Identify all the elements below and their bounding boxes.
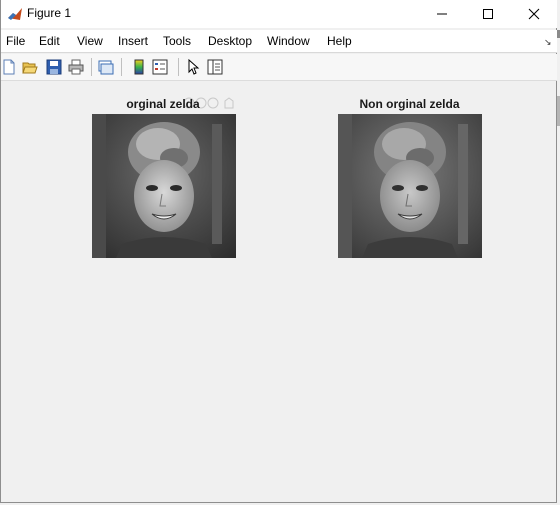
minimize-button[interactable] <box>419 0 465 28</box>
new-figure-icon[interactable] <box>1 59 17 75</box>
open-file-icon[interactable] <box>22 59 38 75</box>
figure-window: Figure 1 File Edit View Insert Tools Des… <box>0 0 557 503</box>
toolbar-separator <box>121 58 122 76</box>
menu-edit[interactable]: Edit <box>39 34 60 48</box>
zelda-original-image[interactable] <box>92 114 236 258</box>
dock-arrow-icon[interactable]: ↘ <box>544 37 552 48</box>
menu-view[interactable]: View <box>77 34 103 48</box>
toolbar-separator <box>91 58 92 76</box>
close-icon <box>528 8 540 20</box>
menu-window[interactable]: Window <box>267 34 310 48</box>
legend-icon[interactable] <box>152 59 168 75</box>
menu-insert[interactable]: Insert <box>118 34 148 48</box>
toolbar-separator <box>178 58 179 76</box>
menu-bar: File Edit View Insert Tools Desktop Wind… <box>1 30 557 53</box>
menu-desktop[interactable]: Desktop <box>208 34 252 48</box>
minimize-icon <box>437 13 447 15</box>
maximize-button[interactable] <box>465 0 511 28</box>
link-plot-icon[interactable] <box>98 59 114 75</box>
matlab-app-icon <box>8 8 22 20</box>
print-icon[interactable] <box>68 59 84 75</box>
window-title: Figure 1 <box>27 6 72 20</box>
title-bar[interactable]: Figure 1 <box>1 0 557 28</box>
pointer-icon[interactable] <box>186 59 202 75</box>
figure-toolbar <box>1 54 557 81</box>
axes-title-left: orginal zelda <box>126 97 200 111</box>
property-editor-icon[interactable] <box>207 59 223 75</box>
menu-file[interactable]: File <box>6 34 25 48</box>
colorbar-icon[interactable] <box>131 59 147 75</box>
save-icon[interactable] <box>46 59 62 75</box>
axes-title-right: Non orginal zelda <box>359 97 460 111</box>
menu-tools[interactable]: Tools <box>163 34 191 48</box>
close-button[interactable] <box>511 0 557 28</box>
maximize-icon <box>483 9 493 19</box>
zelda-processed-image[interactable] <box>338 114 482 258</box>
menu-help[interactable]: Help <box>327 34 352 48</box>
